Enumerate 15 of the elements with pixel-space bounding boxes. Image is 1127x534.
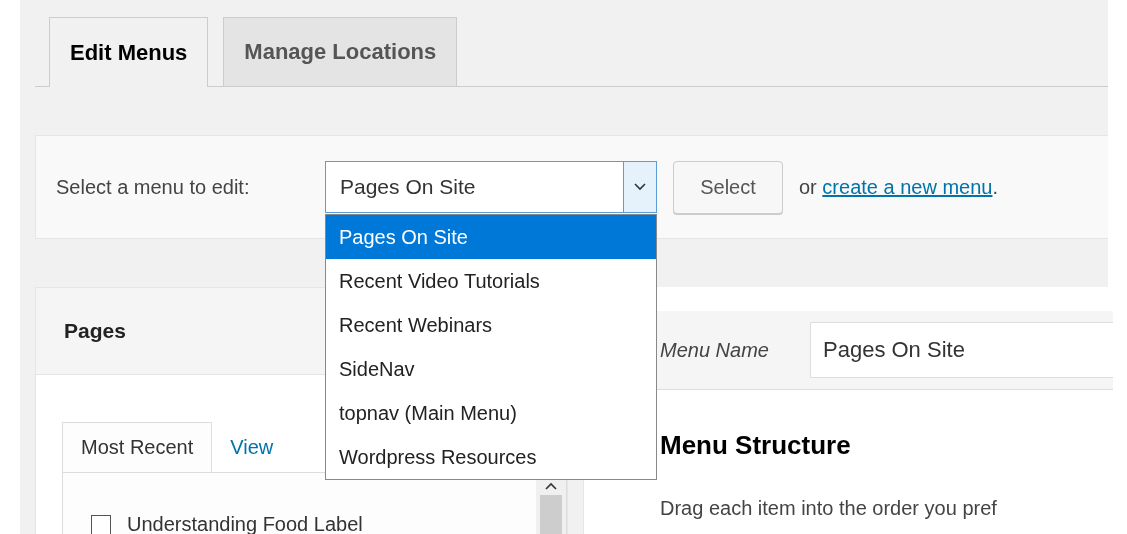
- section-heading: Menu Structure: [660, 430, 852, 461]
- create-menu-text: or create a new menu.: [799, 175, 999, 199]
- menu-name-field[interactable]: Pages On Site: [810, 322, 1113, 378]
- select-menu-label: Select a menu to edit:: [56, 175, 251, 199]
- dropdown-option[interactable]: Pages On Site: [326, 215, 656, 259]
- description-text: Drag each item into the order you pref: [660, 497, 998, 520]
- checkbox[interactable]: [91, 514, 111, 534]
- create-menu-link[interactable]: create a new menu: [822, 175, 993, 198]
- tab[interactable]: Manage Locations: [223, 17, 458, 86]
- select-button[interactable]: Select: [673, 160, 783, 214]
- chevron-up-icon[interactable]: [544, 481, 558, 491]
- tab[interactable]: Most Recent: [62, 422, 213, 472]
- tab[interactable]: Edit Menus: [49, 17, 209, 87]
- tab[interactable]: View: [212, 422, 292, 472]
- menu-name-label: Menu Name: [660, 338, 770, 362]
